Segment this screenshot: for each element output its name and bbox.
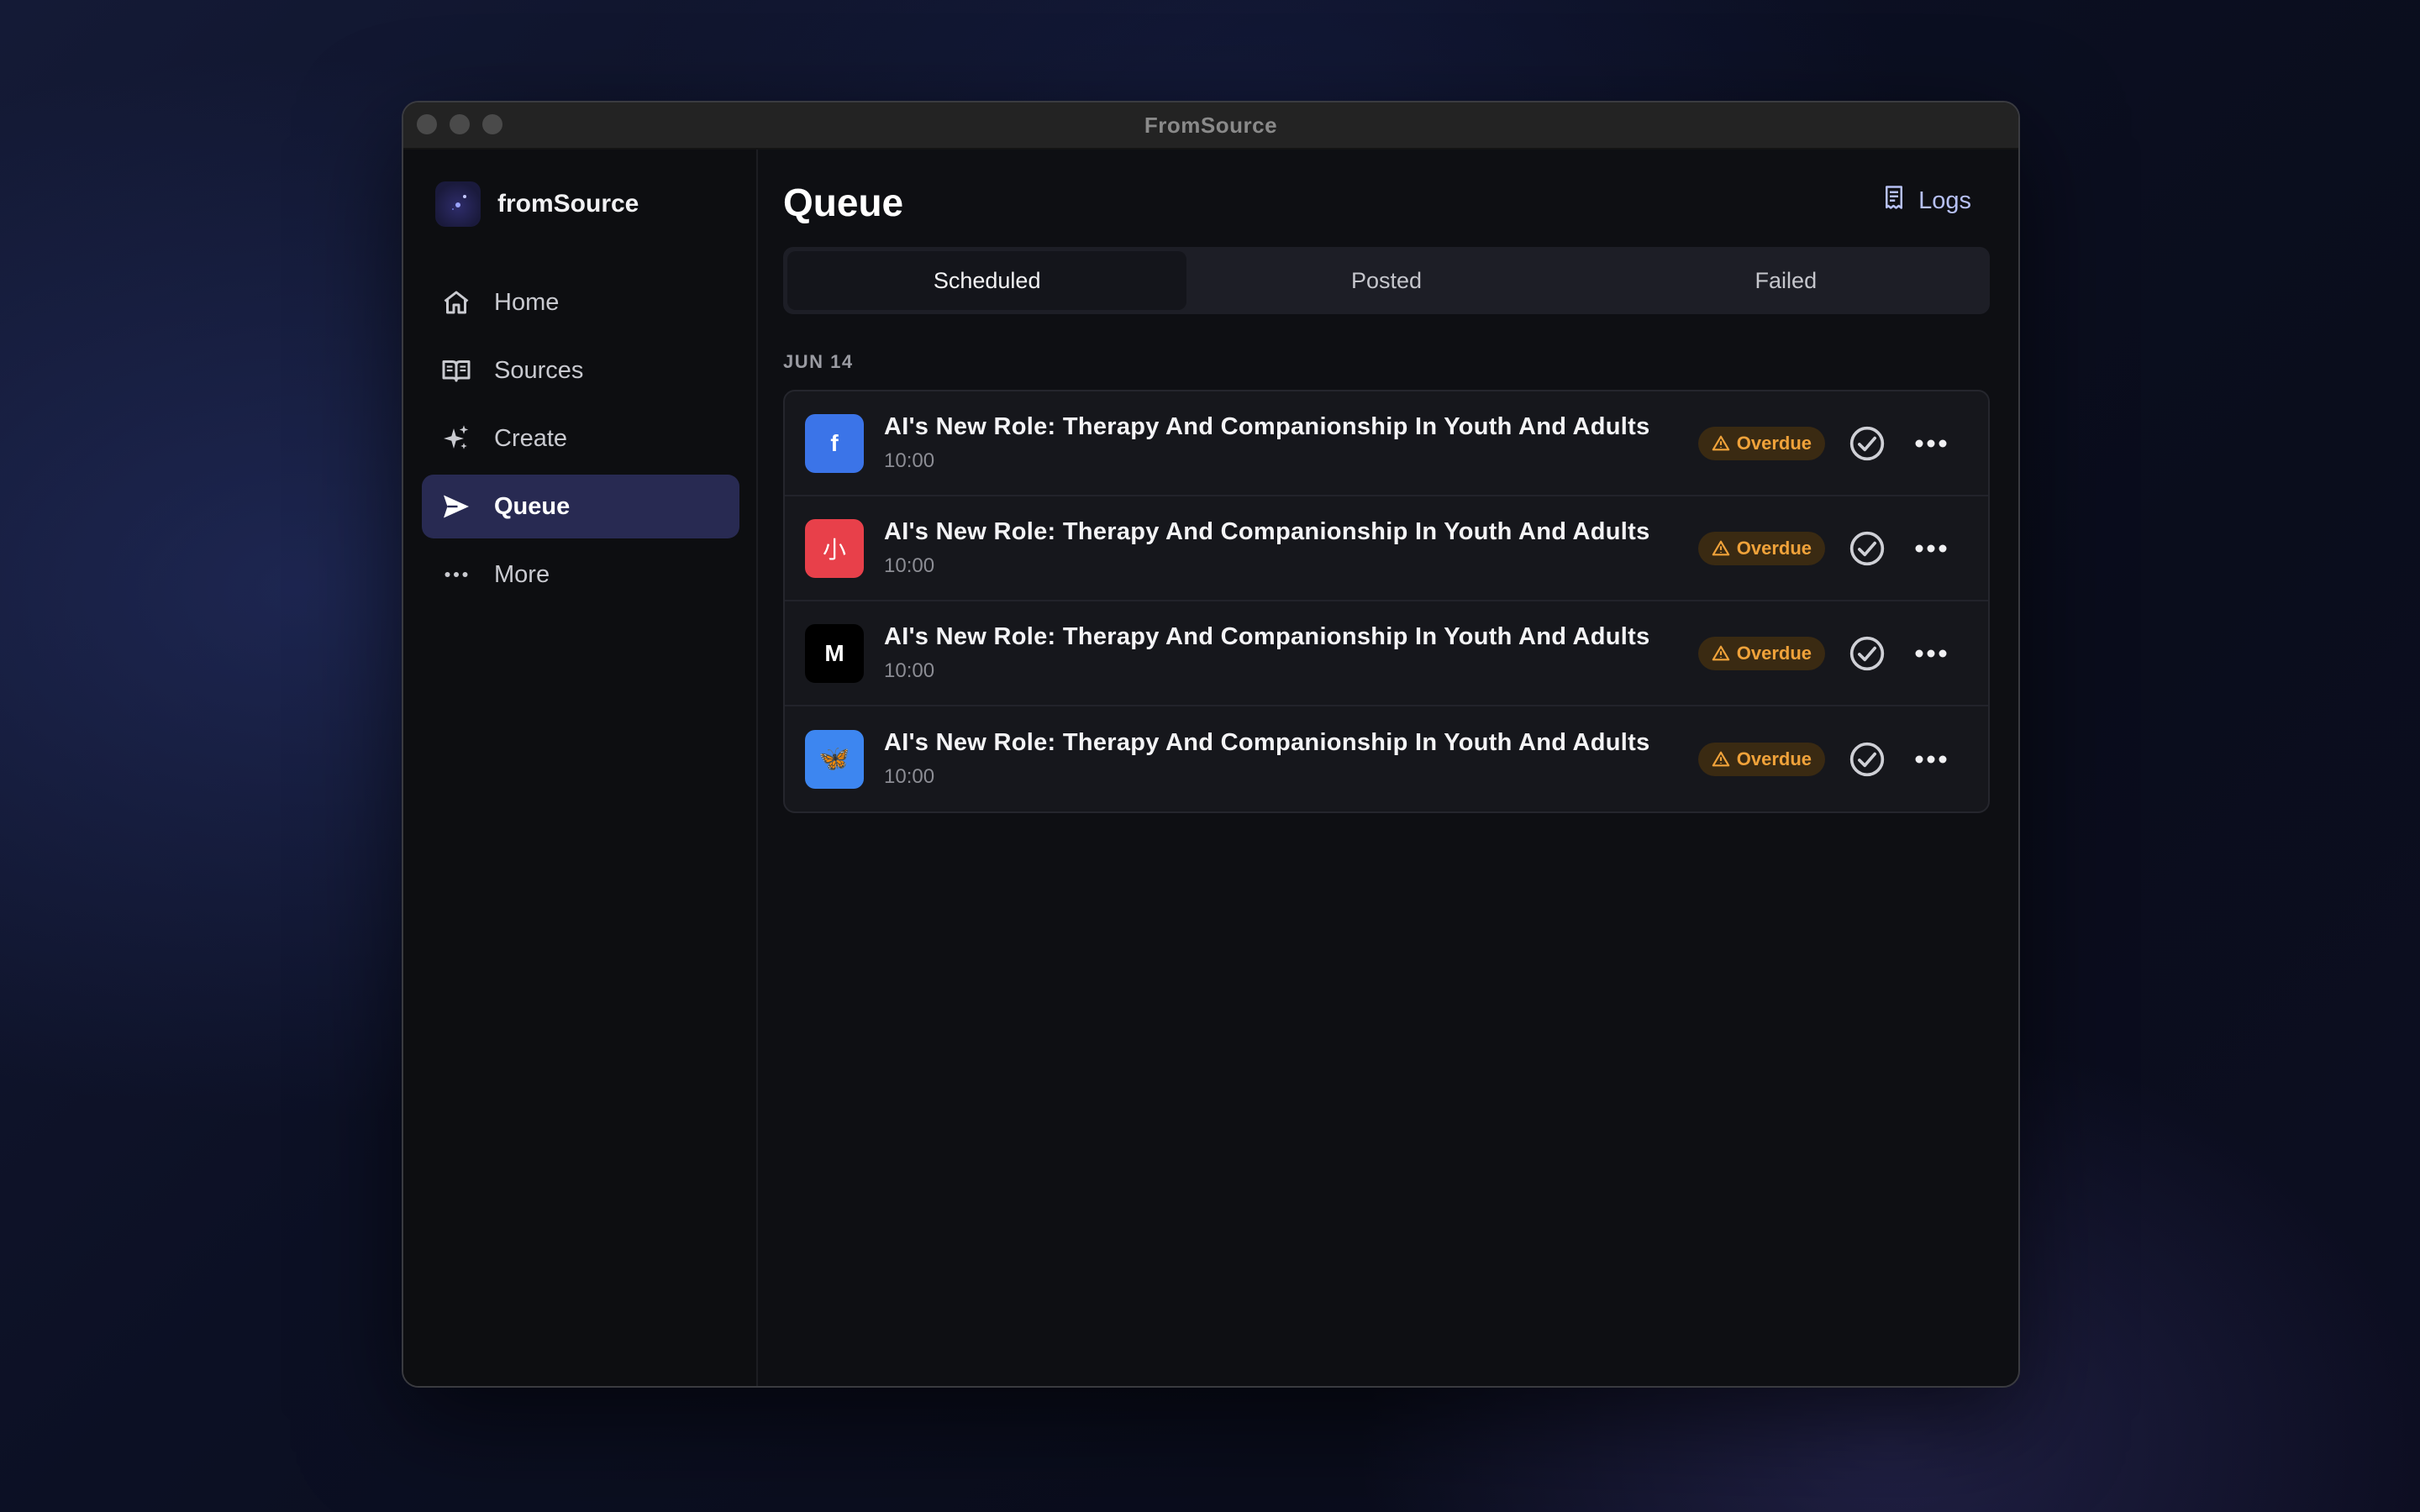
brand: fromSource [435, 181, 639, 227]
book-icon [440, 354, 472, 386]
check-circle-icon [1849, 531, 1885, 565]
queue-list: f AI's New Role: Therapy And Companionsh… [783, 390, 1990, 813]
window-controls [417, 114, 502, 134]
sidebar-item-label: Queue [494, 492, 571, 520]
queue-item[interactable]: M AI's New Role: Therapy And Companionsh… [785, 601, 1988, 706]
tab-posted[interactable]: Posted [1186, 251, 1586, 310]
overdue-badge: Overdue [1697, 636, 1825, 670]
queue-item-text: AI's New Role: Therapy And Companionship… [884, 518, 1698, 578]
sidebar-item-more[interactable]: More [422, 543, 739, 606]
check-circle-icon [1849, 742, 1885, 776]
sidebar: fromSource Home Sources Create Queue Mor… [403, 150, 758, 1386]
sidebar-item-label: Home [494, 288, 560, 316]
status-label: Overdue [1736, 748, 1812, 769]
minimize-window-button[interactable] [450, 114, 470, 134]
mark-posted-button[interactable] [1847, 739, 1887, 780]
queue-tabs: Scheduled Posted Failed [783, 247, 1990, 314]
sidebar-item-home[interactable]: Home [422, 270, 739, 334]
overdue-badge: Overdue [1697, 742, 1825, 776]
sidebar-item-sources[interactable]: Sources [422, 339, 739, 402]
queue-item-time: 10:00 [884, 554, 935, 577]
queue-item[interactable]: 🦋 AI's New Role: Therapy And Companionsh… [785, 706, 1988, 811]
sidebar-item-queue[interactable]: Queue [422, 475, 739, 538]
overdue-badge: Overdue [1697, 426, 1825, 460]
bluesky-icon: 🦋 [805, 729, 864, 789]
medium-icon: M [805, 623, 864, 683]
receipt-icon [1881, 185, 1907, 217]
logs-label: Logs [1918, 186, 1971, 214]
facebook-icon: f [805, 413, 864, 473]
brand-name: fromSource [497, 190, 639, 218]
ellipsis-icon [1915, 439, 1947, 447]
send-icon [440, 491, 472, 522]
more-options-button[interactable] [1911, 423, 1951, 464]
status-label: Overdue [1736, 432, 1812, 454]
warning-icon [1712, 540, 1730, 555]
queue-item-text: AI's New Role: Therapy And Companionship… [884, 729, 1698, 789]
queue-item-title: AI's New Role: Therapy And Companionship… [884, 729, 1650, 756]
check-circle-icon [1849, 636, 1885, 670]
more-options-button[interactable] [1911, 633, 1951, 674]
main-content: Queue Logs Scheduled Posted Failed JUN 1… [758, 150, 2018, 1386]
more-options-button[interactable] [1911, 528, 1951, 569]
check-circle-icon [1849, 426, 1885, 460]
warning-icon [1712, 435, 1730, 450]
queue-item-title: AI's New Role: Therapy And Companionship… [884, 623, 1650, 650]
ellipsis-icon [1915, 544, 1947, 552]
queue-item-title: AI's New Role: Therapy And Companionship… [884, 518, 1650, 545]
warning-icon [1712, 645, 1730, 660]
tab-scheduled[interactable]: Scheduled [787, 251, 1187, 310]
app-window: FromSource fromSource Home Sources Creat… [402, 101, 2020, 1388]
sidebar-nav: Home Sources Create Queue More [422, 270, 739, 611]
brand-logo [435, 181, 481, 227]
mark-posted-button[interactable] [1847, 528, 1887, 569]
mark-posted-button[interactable] [1847, 423, 1887, 464]
queue-item-time: 10:00 [884, 659, 935, 682]
warning-icon [1712, 751, 1730, 766]
queue-item-title: AI's New Role: Therapy And Companionship… [884, 413, 1650, 440]
overdue-badge: Overdue [1697, 531, 1825, 565]
zoom-window-button[interactable] [482, 114, 502, 134]
home-icon [440, 286, 472, 318]
queue-item-time: 10:00 [884, 765, 935, 788]
mark-posted-button[interactable] [1847, 633, 1887, 674]
page-title: Queue [783, 181, 904, 224]
xiaohongshu-icon: 小 [805, 518, 864, 578]
sidebar-item-create[interactable]: Create [422, 407, 739, 470]
queue-item-text: AI's New Role: Therapy And Companionship… [884, 413, 1698, 473]
status-label: Overdue [1736, 642, 1812, 664]
sidebar-item-label: More [494, 560, 550, 588]
queue-item[interactable]: 小 AI's New Role: Therapy And Companionsh… [785, 496, 1988, 601]
close-window-button[interactable] [417, 114, 437, 134]
queue-item-text: AI's New Role: Therapy And Companionship… [884, 623, 1698, 683]
ellipsis-icon [1915, 755, 1947, 763]
date-group-label: JUN 14 [783, 351, 854, 372]
status-label: Overdue [1736, 537, 1812, 559]
sidebar-item-label: Sources [494, 356, 584, 384]
sidebar-item-label: Create [494, 424, 568, 452]
queue-item[interactable]: f AI's New Role: Therapy And Companionsh… [785, 391, 1988, 496]
ellipsis-icon [440, 559, 472, 591]
sparkles-icon [440, 423, 472, 454]
title-bar: FromSource [403, 102, 2018, 150]
logs-button[interactable]: Logs [1881, 185, 1971, 217]
more-options-button[interactable] [1911, 739, 1951, 780]
tab-failed[interactable]: Failed [1586, 251, 1986, 310]
window-title: FromSource [1144, 112, 1278, 138]
ellipsis-icon [1915, 649, 1947, 657]
queue-item-time: 10:00 [884, 449, 935, 472]
